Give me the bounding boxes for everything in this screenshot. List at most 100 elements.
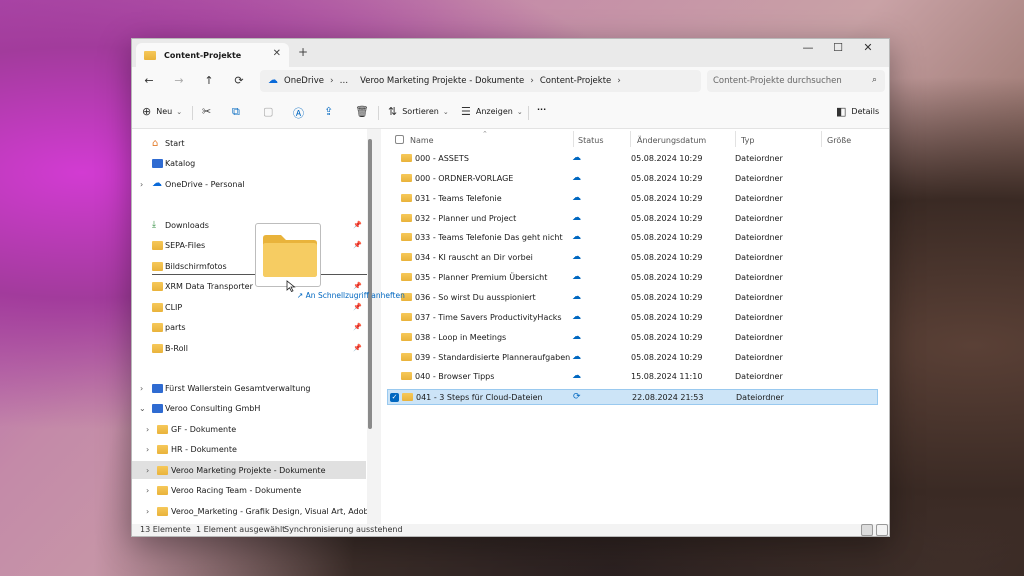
pin-icon[interactable]: 📌 [353, 241, 362, 249]
table-row[interactable]: 033 - Teams Telefonie Das geht nicht ☁ 05.… [387, 230, 878, 246]
paste-button[interactable]: ▢ [263, 105, 278, 118]
table-row[interactable]: 031 - Teams Telefonie ☁ 05.08.2024 10:29 Da… [387, 191, 878, 207]
maximize-button[interactable]: ☐ [824, 41, 852, 54]
table-row[interactable]: 038 - Loop in Meetings ☁ 05.08.2024 10:29 D… [387, 330, 878, 346]
column-header-date[interactable]: Änderungsdatum [637, 132, 706, 148]
breadcrumb-onedrive[interactable]: OneDrive [284, 76, 324, 86]
close-icon[interactable]: ✕ [273, 48, 281, 59]
sort-button[interactable]: ⇅ Sortieren ⌄ [388, 105, 449, 118]
chevron-right-icon[interactable]: › [140, 384, 143, 393]
breadcrumb-content-projekte[interactable]: Content-Projekte [540, 76, 611, 86]
chevron-right-icon[interactable]: › [146, 507, 149, 516]
search-input[interactable]: Content-Projekte durchsuchen ⌕ [707, 70, 885, 92]
minimize-button[interactable]: — [794, 41, 822, 54]
chevron-right-icon[interactable]: › [146, 486, 149, 495]
rename-button[interactable]: Ⓐ [293, 105, 309, 121]
tiles-view-button[interactable] [876, 524, 888, 536]
sidebar-item-downloads[interactable]: ⤓ Downloads 📌 [132, 216, 366, 234]
details-button[interactable]: ◧ Details [836, 105, 879, 118]
column-header-name[interactable]: Name ⌃ [410, 130, 488, 148]
pin-icon[interactable]: 📌 [353, 323, 362, 331]
search-icon: ⌕ [871, 75, 877, 85]
table-row[interactable]: ✓ 041 - 3 Steps für Cloud-Dateien ⟳ 22.08.2… [387, 389, 878, 406]
share-button[interactable]: ⇪ [324, 105, 338, 118]
delete-button[interactable]: 🗑 [355, 105, 374, 118]
sidebar-item-parts[interactable]: parts 📌 [132, 318, 366, 336]
modified-date: 05.08.2024 10:29 [631, 292, 703, 302]
cut-button[interactable]: ✂ [202, 105, 216, 118]
sidebar-item-katalog[interactable]: Katalog [132, 154, 366, 172]
sidebar-item-hr-dokumente[interactable]: › HR - Dokumente [132, 440, 366, 458]
breadcrumb-veroo-marketing[interactable]: Veroo Marketing Projekte - Dokumente [360, 76, 524, 86]
table-row[interactable]: 000 - ORDNER-VORLAGE ☁ 05.08.2024 10:29 Dat… [387, 171, 878, 187]
share-icon: ⇪ [324, 105, 334, 118]
cloud-icon: ☁ [572, 272, 581, 283]
sidebar-scrollbar[interactable] [368, 139, 372, 429]
folder-icon [157, 485, 168, 495]
sidebar-item-gf-dokumente[interactable]: › GF - Dokumente [132, 420, 366, 438]
chevron-right-icon[interactable]: › [140, 180, 143, 189]
cloud-icon: ☁ [572, 252, 581, 263]
table-row[interactable]: 040 - Browser Tipps ☁ 15.08.2024 11:10 Date… [387, 369, 878, 385]
sidebar-item-label: Downloads [165, 220, 209, 230]
table-row[interactable]: 039 - Standardisierte Planneraufgaben ☁ 05… [387, 350, 878, 366]
sidebar-item-start[interactable]: ⌂ Start [132, 134, 366, 152]
sidebar-item-onedrive-personal[interactable]: › ☁ OneDrive - Personal [132, 175, 366, 193]
modified-date: 05.08.2024 10:29 [631, 213, 703, 223]
modified-date: 05.08.2024 10:29 [631, 193, 703, 203]
details-view-button[interactable] [861, 524, 873, 536]
select-all-checkbox[interactable] [395, 135, 404, 144]
new-button[interactable]: ⊕ Neu ⌄ [142, 105, 182, 118]
sidebar-item-veroo-racing-team[interactable]: › Veroo Racing Team - Dokumente [132, 481, 366, 499]
chevron-right-icon[interactable]: › [146, 445, 149, 454]
column-header-type[interactable]: Typ [741, 132, 754, 148]
pin-icon[interactable]: 📌 [353, 282, 362, 290]
sidebar-item-veroo-marketing-projekte[interactable]: › Veroo Marketing Projekte - Dokumente [132, 461, 366, 479]
more-options-button[interactable]: ··· [537, 105, 546, 114]
back-button[interactable]: ← [141, 74, 157, 87]
folder-icon [263, 235, 317, 277]
close-window-button[interactable]: ✕ [854, 41, 882, 54]
view-label: Anzeigen [475, 107, 513, 116]
sidebar-item-veroo-consulting[interactable]: ⌄ Veroo Consulting GmbH [132, 399, 366, 417]
address-bar[interactable]: ☁ OneDrive › … Veroo Marketing Projekte … [260, 70, 701, 92]
sidebar-item-bildschirmfotos[interactable]: Bildschirmfotos [132, 257, 366, 275]
table-row[interactable]: 032 - Planner und Project ☁ 05.08.2024 10:… [387, 211, 878, 227]
modified-date: 05.08.2024 10:29 [631, 332, 703, 342]
sidebar-item-b-roll[interactable]: B-Roll 📌 [132, 339, 366, 357]
sidebar-item-label: Veroo Consulting GmbH [165, 403, 261, 413]
copy-button[interactable]: ⧉ [232, 105, 245, 119]
row-checkbox[interactable]: ✓ [390, 393, 399, 403]
table-row[interactable]: 034 - KI rauscht an Dir vorbei ☁ 05.08.202… [387, 250, 878, 266]
chevron-right-icon[interactable]: › [146, 425, 149, 434]
up-button[interactable]: ↑ [201, 74, 217, 87]
pin-icon[interactable]: 📌 [353, 344, 362, 352]
sidebar-item-fuerst-wallerstein[interactable]: › Fürst Wallerstein Gesamtverwaltung [132, 379, 366, 397]
sidebar-item-clip[interactable]: CLIP 📌 [132, 298, 366, 316]
folder-icon [157, 444, 168, 454]
modified-date: 05.08.2024 10:29 [631, 154, 703, 163]
pin-icon[interactable]: 📌 [353, 221, 362, 229]
column-header-status[interactable]: Status [578, 132, 604, 148]
chevron-right-icon[interactable]: › [146, 466, 149, 475]
table-row[interactable]: 037 - Time Savers ProductivityHacks ☁ 05.0… [387, 310, 878, 326]
plus-circle-icon: ⊕ [142, 105, 152, 118]
column-header-size[interactable]: Größe [827, 132, 851, 148]
tab-content-projekte[interactable]: Content-Projekte ✕ [136, 43, 289, 67]
view-button[interactable]: ☰ Anzeigen ⌄ [461, 105, 523, 118]
forward-button[interactable]: → [171, 74, 187, 87]
sidebar-item-label: Veroo Marketing Projekte - Dokumente [171, 465, 326, 475]
folder-icon [401, 352, 412, 361]
refresh-button[interactable]: ⟳ [231, 74, 247, 87]
table-row[interactable]: 000 - ASSETS ☁ 05.08.2024 10:29 Dateiordner [387, 151, 878, 167]
chevron-down-icon[interactable]: ⌄ [139, 404, 146, 413]
file-type: Dateiordner [735, 372, 783, 382]
new-tab-button[interactable]: + [298, 45, 308, 59]
sidebar-item-sepa-files[interactable]: SEPA-Files 📌 [132, 236, 366, 254]
pin-icon[interactable]: 📌 [353, 303, 362, 311]
table-row[interactable]: 035 - Planner Premium Übersicht ☁ 05.08.20… [387, 270, 878, 286]
sidebar-item-veroo-marketing-grafik[interactable]: › Veroo_Marketing - Grafik Design, Visua… [132, 502, 367, 520]
breadcrumb-overflow[interactable]: … [340, 76, 349, 86]
table-row[interactable]: 036 - So wirst Du ausspioniert ☁ 05.08.202… [387, 290, 878, 306]
file-name: 039 - Standardisierte Planneraufgaben [415, 352, 571, 362]
